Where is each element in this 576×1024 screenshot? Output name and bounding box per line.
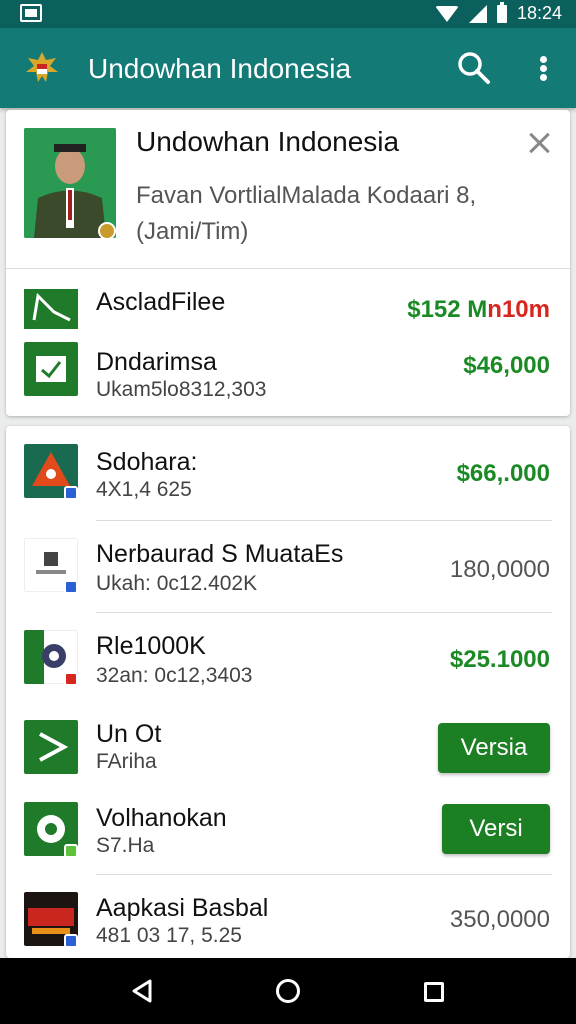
search-icon[interactable] bbox=[456, 50, 492, 86]
app-title: Undowhan Indonesia bbox=[88, 53, 352, 84]
wifi-icon bbox=[434, 5, 459, 22]
summary-title: AscladFilee bbox=[96, 288, 226, 316]
list-item[interactable]: Volhanokan S7.Ha Versi bbox=[6, 796, 570, 876]
list-item-title: Aapkasi Basbal bbox=[96, 894, 269, 922]
profile-description: Favan VortlialMalada Kodaari 8, (Jami/Ti… bbox=[136, 182, 477, 245]
list-item-title: Rle1000K bbox=[96, 632, 206, 660]
list-item-subtitle: FAriha bbox=[96, 750, 157, 773]
recent-apps-icon[interactable] bbox=[424, 982, 444, 1002]
summary-row[interactable]: Dndarimsa Ukam5lo8312,303 $46,000 bbox=[6, 336, 570, 416]
profile-name: Undowhan Indonesia bbox=[136, 126, 400, 157]
summary-value: $152 Mn10m bbox=[407, 296, 550, 323]
divider bbox=[96, 874, 552, 875]
app-list-card: Sdohara: 4X1,4 625 $66,.000 Nerbaurad S … bbox=[6, 426, 570, 958]
summary-subtitle: Ukam5lo8312,303 bbox=[96, 378, 267, 401]
list-item[interactable]: Rle1000K 32an: 0c12,3403 $25.1000 bbox=[6, 618, 570, 698]
status-time: 18:24 bbox=[516, 3, 562, 23]
play-icon bbox=[24, 720, 78, 774]
badge-icon bbox=[64, 844, 78, 858]
list-item-title: Nerbaurad S MuataEs bbox=[96, 540, 344, 568]
list-item-subtitle: 4X1,4 625 bbox=[96, 478, 192, 501]
badge-icon bbox=[64, 580, 78, 594]
badge-icon bbox=[64, 672, 78, 686]
check-document-icon bbox=[24, 342, 78, 396]
list-item-title: Un Ot bbox=[96, 720, 162, 748]
list-item[interactable]: Nerbaurad S MuataEs Ukah: 0c12.402K 180,… bbox=[6, 526, 570, 606]
list-item-subtitle: S7.Ha bbox=[96, 834, 155, 857]
verified-badge-icon bbox=[98, 222, 116, 240]
signal-icon bbox=[468, 4, 487, 23]
battery-icon bbox=[496, 1, 507, 23]
more-options-icon[interactable] bbox=[532, 48, 556, 88]
badge-icon bbox=[64, 486, 78, 500]
list-item-value: $66,.000 bbox=[456, 460, 550, 487]
list-item-value: $25.1000 bbox=[449, 646, 550, 673]
list-item[interactable]: Sdohara: 4X1,4 625 $66,.000 bbox=[6, 434, 570, 514]
divider bbox=[96, 612, 552, 613]
status-bar: 18:24 bbox=[0, 0, 576, 28]
list-item-title: Volhanokan bbox=[96, 804, 227, 832]
gallery-icon bbox=[20, 4, 42, 22]
list-item-value: 350,0000 bbox=[449, 906, 550, 933]
app-bar: Undowhan Indonesia bbox=[0, 28, 576, 108]
status-icons: 18:24 bbox=[434, 1, 562, 24]
profile-card: Undowhan Indonesia Favan VortlialMalada … bbox=[6, 110, 570, 416]
divider bbox=[6, 268, 570, 269]
version-button[interactable]: Versia bbox=[438, 723, 550, 773]
summary-title: Dndarimsa bbox=[96, 348, 217, 376]
badge-icon bbox=[64, 934, 78, 948]
profile-photo bbox=[24, 128, 116, 238]
chart-icon bbox=[24, 289, 78, 329]
back-icon[interactable] bbox=[130, 978, 154, 1004]
home-icon[interactable] bbox=[276, 979, 300, 1003]
list-item-subtitle: 481 03 17, 5.25 bbox=[96, 924, 242, 947]
list-item[interactable]: Un Ot FAriha Versia bbox=[6, 714, 570, 794]
close-icon[interactable] bbox=[526, 130, 552, 156]
garuda-logo-icon bbox=[26, 52, 58, 82]
divider bbox=[96, 520, 552, 521]
list-item-subtitle: Ukah: 0c12.402K bbox=[96, 572, 258, 595]
list-item-title: Sdohara: bbox=[96, 448, 198, 476]
version-button[interactable]: Versi bbox=[442, 804, 550, 854]
list-item-value: 180,0000 bbox=[449, 556, 550, 583]
summary-value: $46,000 bbox=[463, 352, 550, 379]
list-item-subtitle: 32an: 0c12,3403 bbox=[96, 664, 253, 687]
navigation-bar bbox=[0, 958, 576, 1024]
list-item[interactable]: Aapkasi Basbal 481 03 17, 5.25 350,0000 bbox=[6, 878, 570, 958]
